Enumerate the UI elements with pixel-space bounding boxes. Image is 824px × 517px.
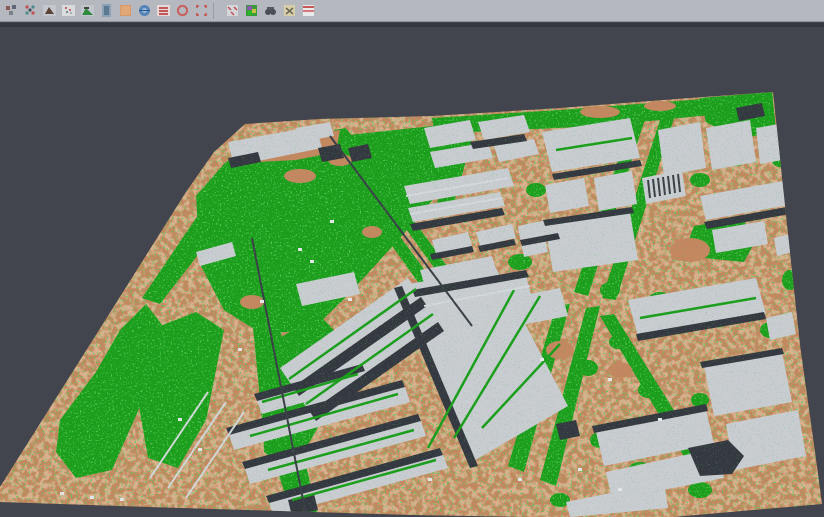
- pick-points-icon-glyph: [24, 4, 37, 17]
- binoculars-icon-glyph: [264, 4, 277, 17]
- extent-brackets-icon-glyph: [195, 4, 208, 17]
- terrain-mountain-icon-glyph: [43, 4, 56, 17]
- classification-map-icon[interactable]: [243, 2, 260, 19]
- ruler-icon-glyph: [100, 4, 113, 17]
- points-cloud-icon[interactable]: [3, 2, 20, 19]
- circle-select-icon-glyph: [176, 4, 189, 17]
- noise-texture: [0, 27, 824, 517]
- classification-map-icon-glyph: [245, 4, 258, 17]
- green-hill-icon-glyph: [81, 4, 94, 17]
- clip-marks-icon-glyph: [226, 4, 239, 17]
- pick-points-icon[interactable]: [22, 2, 39, 19]
- list-remove-icon[interactable]: [300, 2, 317, 19]
- extent-brackets-icon[interactable]: [193, 2, 210, 19]
- toolbar-separator: [213, 3, 221, 19]
- scene-3d-point-cloud[interactable]: [0, 27, 824, 517]
- raster-icon-glyph: [119, 4, 132, 17]
- toolbar: [0, 0, 824, 22]
- binoculars-icon[interactable]: [262, 2, 279, 19]
- viewport-3d[interactable]: [0, 27, 824, 517]
- globe-icon-glyph: [138, 4, 151, 17]
- circle-select-icon[interactable]: [174, 2, 191, 19]
- points-cloud-icon-glyph: [5, 4, 18, 17]
- raster-icon[interactable]: [117, 2, 134, 19]
- list-remove-icon-glyph: [302, 4, 315, 17]
- map-cross-icon[interactable]: [281, 2, 298, 19]
- globe-icon[interactable]: [136, 2, 153, 19]
- map-cross-icon-glyph: [283, 4, 296, 17]
- sparse-points-icon-glyph: [62, 4, 75, 17]
- sparse-points-icon[interactable]: [60, 2, 77, 19]
- ruler-icon[interactable]: [98, 2, 115, 19]
- clip-marks-icon[interactable]: [224, 2, 241, 19]
- terrain-mountain-icon[interactable]: [41, 2, 58, 19]
- terrain-layers: [0, 27, 824, 517]
- green-hill-icon[interactable]: [79, 2, 96, 19]
- profile-lines-icon-glyph: [157, 4, 170, 17]
- profile-lines-icon[interactable]: [155, 2, 172, 19]
